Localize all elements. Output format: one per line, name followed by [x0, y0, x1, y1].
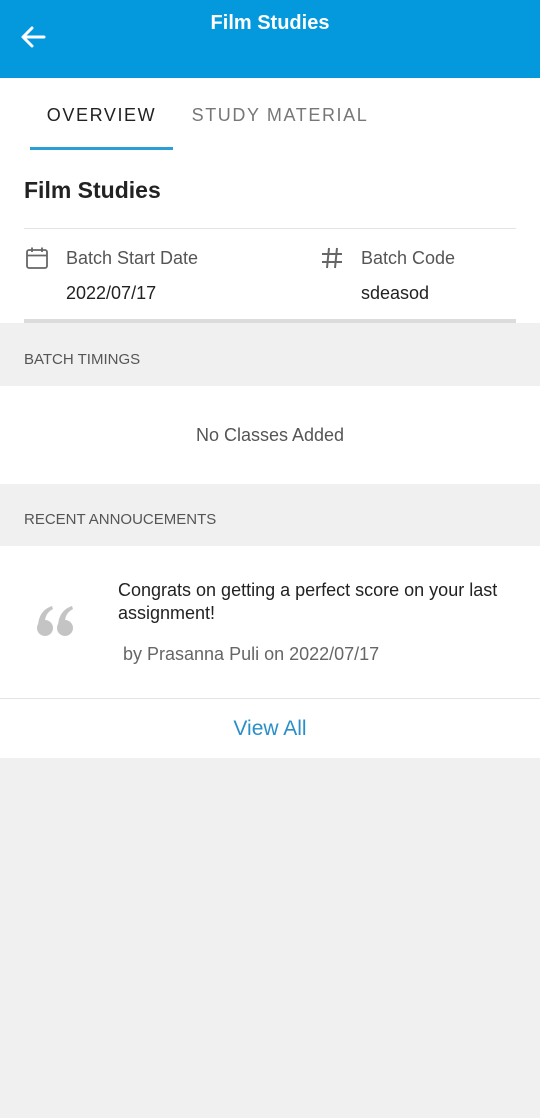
- announcement-text: Congrats on getting a perfect score on y…: [118, 580, 498, 623]
- batch-start-value: 2022/07/17: [66, 283, 157, 303]
- announcement-meta: by Prasanna Puli on 2022/07/17: [123, 644, 380, 664]
- page-title: Film Studies: [210, 12, 330, 34]
- course-title: Film Studies: [24, 177, 161, 203]
- app-bar: Film Studies: [0, 0, 540, 78]
- batch-start-label: Batch Start Date: [66, 248, 199, 268]
- quote-icon: [37, 606, 73, 636]
- batch-timings-header: BATCH TIMINGS: [0, 328, 540, 390]
- tab-bar: OVERVIEW STUDY MATERIAL: [0, 78, 540, 152]
- tab-study-material[interactable]: STUDY MATERIAL: [178, 78, 382, 152]
- view-all-row: View All: [0, 699, 540, 758]
- batch-code-label: Batch Code: [361, 248, 456, 268]
- divider: [24, 319, 516, 323]
- divider: [24, 228, 516, 229]
- calendar-icon: [26, 247, 48, 269]
- announcements-header: RECENT ANNOUCEMENTS: [0, 488, 540, 550]
- batch-code-value: sdeasod: [361, 283, 430, 303]
- tab-indicator: [30, 147, 173, 150]
- view-all-link[interactable]: View All: [233, 717, 306, 741]
- hash-icon: [322, 247, 342, 269]
- course-info-card: Film Studies Batch Start Date 2022/07/17…: [0, 152, 540, 323]
- batch-timings-empty: No Classes Added: [0, 386, 540, 484]
- tab-overview[interactable]: OVERVIEW: [30, 78, 173, 152]
